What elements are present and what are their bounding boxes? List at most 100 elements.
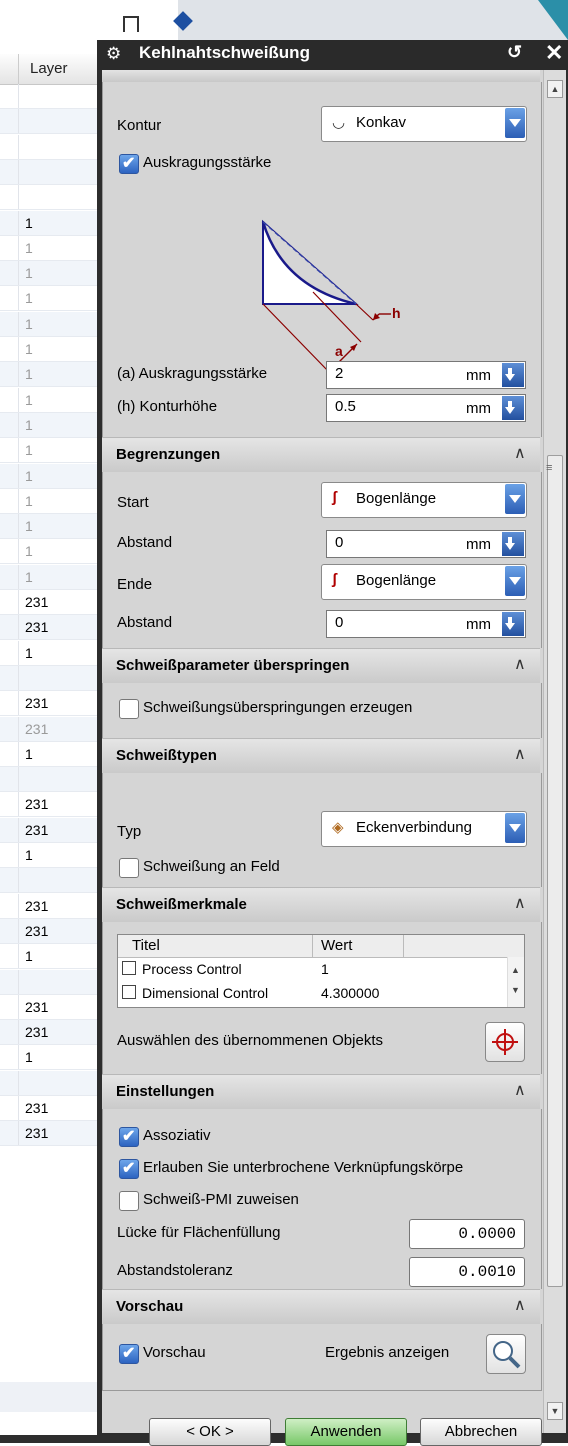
layer-row[interactable]: 1 [0, 438, 97, 464]
layer-row[interactable]: 231 [0, 817, 97, 843]
show-result-button[interactable] [486, 1334, 526, 1374]
layer-row[interactable]: 1 [0, 640, 97, 666]
layer-row[interactable] [0, 159, 97, 185]
select-object-button[interactable] [485, 1022, 525, 1062]
scroll-up-icon[interactable]: ▲ [547, 80, 563, 98]
layer-row[interactable]: 231 [0, 893, 97, 919]
vorschau-checkbox[interactable] [119, 1343, 139, 1364]
section-header-skip[interactable]: Schweißparameter überspringen ∧ [102, 648, 540, 684]
dialog-scrollbar[interactable]: ▲ ≡ ▼ [543, 70, 566, 1433]
layer-row[interactable]: 231 [0, 1020, 97, 1046]
layer-row[interactable]: 1 [0, 488, 97, 514]
auskragung-checkbox[interactable] [119, 153, 139, 174]
start-select[interactable]: ʃ Bogenlänge [321, 482, 527, 518]
abstand1-input[interactable]: 0 mm [326, 530, 526, 558]
cancel-button[interactable]: Abbrechen [420, 1418, 542, 1446]
luecke-input[interactable]: 0.0000 [409, 1219, 525, 1249]
chevron-up-icon[interactable]: ∧ [514, 893, 526, 913]
layer-column-header[interactable]: Layer [0, 54, 97, 85]
layer-row[interactable]: 1 [0, 1045, 97, 1071]
layer-row[interactable]: 1 [0, 539, 97, 565]
layer-row[interactable] [0, 134, 97, 160]
apply-button[interactable]: Anwenden [285, 1418, 407, 1446]
gear-icon[interactable]: ⚙ [106, 45, 122, 62]
toleranz-input[interactable]: 0.0010 [409, 1257, 525, 1287]
layer-row[interactable]: 231 [0, 691, 97, 717]
chevron-up-icon[interactable]: ∧ [514, 1080, 526, 1100]
section-header-begrenzungen[interactable]: Begrenzungen ∧ [102, 437, 540, 473]
layer-row[interactable]: 231 [0, 716, 97, 742]
chevron-down-icon[interactable] [505, 813, 525, 843]
chevron-up-icon[interactable]: ∧ [514, 443, 526, 463]
section-header-typen[interactable]: Schweißtypen ∧ [102, 738, 540, 774]
scrollbar-thumb[interactable] [547, 455, 563, 1287]
chevron-up-icon[interactable]: ∧ [514, 1295, 526, 1315]
h-height-input[interactable]: 0.5 mm [326, 394, 526, 422]
layer-row[interactable]: 1 [0, 286, 97, 312]
chevron-up-icon[interactable]: ∧ [514, 744, 526, 764]
layer-row[interactable]: 1 [0, 235, 97, 261]
scroll-up-icon[interactable]: ▲ [511, 965, 520, 975]
window-icon[interactable] [123, 16, 139, 32]
column-header-wert[interactable]: Wert [313, 935, 404, 958]
layer-row[interactable]: 1 [0, 944, 97, 970]
layer-row[interactable]: 1 [0, 463, 97, 489]
layer-row[interactable]: 1 [0, 741, 97, 767]
layer-row[interactable]: 231 [0, 994, 97, 1020]
layer-row[interactable]: 1 [0, 210, 97, 236]
assoziativ-checkbox[interactable] [119, 1126, 139, 1147]
layer-row[interactable] [0, 185, 97, 211]
table-row[interactable]: Process Control [122, 961, 242, 983]
table-row[interactable]: Dimensional Control [122, 985, 268, 1007]
ok-button[interactable]: < OK > [149, 1418, 271, 1446]
layer-row[interactable]: 1 [0, 337, 97, 362]
unit-dropdown-icon[interactable] [502, 363, 524, 387]
layer-row[interactable] [0, 767, 97, 793]
layer-row[interactable] [0, 84, 97, 109]
a-thickness-input[interactable]: 2 mm [326, 361, 526, 389]
layer-row[interactable] [0, 969, 97, 995]
layer-row[interactable]: 231 [0, 615, 97, 641]
layer-row[interactable]: 231 [0, 918, 97, 944]
dialog-titlebar[interactable]: ⚙ Kehlnahtschweißung ↺ ✕ [97, 40, 568, 70]
feld-checkbox[interactable] [119, 858, 139, 878]
chevron-down-icon[interactable] [505, 566, 525, 596]
layer-row[interactable]: 1 [0, 261, 97, 287]
scroll-down-icon[interactable]: ▼ [547, 1402, 563, 1420]
layer-row[interactable] [0, 665, 97, 691]
table-scrollbar[interactable]: ▲ ▼ [507, 957, 524, 1007]
layer-row[interactable]: 1 [0, 514, 97, 540]
layer-row[interactable] [0, 109, 97, 135]
column-header-titel[interactable]: Titel [118, 935, 313, 958]
unit-dropdown-icon[interactable] [502, 612, 524, 636]
layer-row[interactable]: 1 [0, 387, 97, 413]
row-checkbox[interactable] [122, 961, 136, 975]
chevron-up-icon[interactable]: ∧ [514, 654, 526, 674]
abstand2-input[interactable]: 0 mm [326, 610, 526, 638]
layer-row[interactable]: 231 [0, 590, 97, 615]
section-header-vorschau[interactable]: Vorschau ∧ [102, 1289, 540, 1325]
layer-row[interactable]: 1 [0, 412, 97, 438]
row-checkbox[interactable] [122, 985, 136, 999]
section-header-einstellungen[interactable]: Einstellungen ∧ [102, 1074, 540, 1110]
erlauben-checkbox[interactable] [119, 1158, 139, 1179]
layer-row[interactable] [0, 868, 97, 894]
ende-select[interactable]: ʃ Bogenlänge [321, 564, 527, 600]
section-header-querschnitt-partial[interactable] [102, 70, 540, 82]
layer-row[interactable]: 1 [0, 843, 97, 868]
layer-row[interactable]: 231 [0, 1121, 97, 1147]
layer-row[interactable]: 231 [0, 1096, 97, 1121]
kontur-select[interactable]: ◡ Konkav [321, 106, 527, 142]
chevron-down-icon[interactable] [505, 484, 525, 514]
section-header-merkmale[interactable]: Schweißmerkmale ∧ [102, 887, 540, 923]
layer-row[interactable]: 1 [0, 362, 97, 388]
close-icon[interactable]: ✕ [545, 40, 563, 66]
unit-dropdown-icon[interactable] [502, 396, 524, 420]
layer-row[interactable] [0, 1070, 97, 1096]
pmi-checkbox[interactable] [119, 1191, 139, 1211]
chevron-down-icon[interactable] [505, 108, 525, 138]
unit-dropdown-icon[interactable] [502, 532, 524, 556]
typ-select[interactable]: ◈ Eckenverbindung [321, 811, 527, 847]
layer-row[interactable]: 1 [0, 311, 97, 337]
scroll-down-icon[interactable]: ▼ [511, 985, 520, 995]
